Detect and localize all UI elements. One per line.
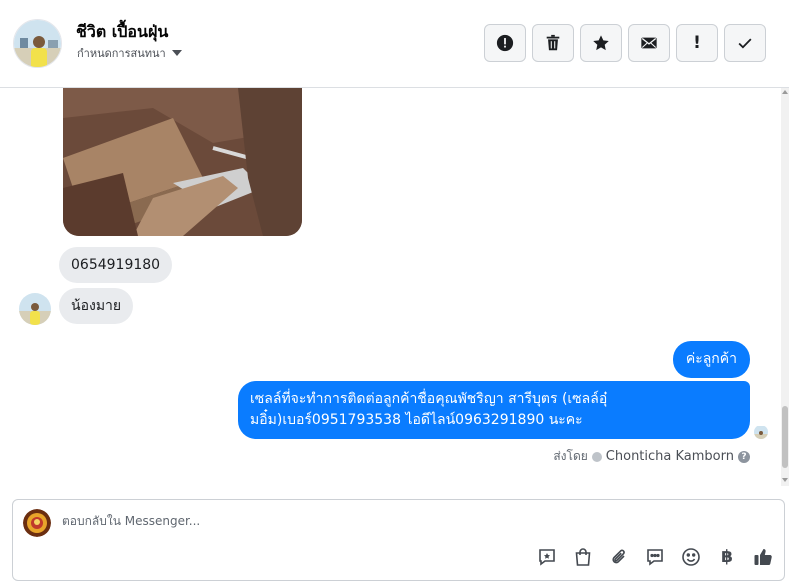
shop-button[interactable] xyxy=(572,546,594,568)
quick-reply-button[interactable] xyxy=(644,546,666,568)
contact-name: ชีวิต เปื้อนฝุ่น xyxy=(76,22,169,41)
sent-by-info: ส่งโดย Chonticha Kamborn ? xyxy=(553,447,750,466)
help-icon[interactable]: ? xyxy=(738,450,750,463)
attach-button[interactable] xyxy=(608,546,630,568)
contact-avatar[interactable] xyxy=(13,19,62,68)
sender-name: Chonticha Kamborn xyxy=(605,449,734,464)
reply-input[interactable] xyxy=(62,514,662,528)
scroll-down-arrow-icon[interactable] xyxy=(782,478,788,482)
smiley-icon xyxy=(682,548,700,566)
shared-photo[interactable] xyxy=(63,88,302,236)
caret-down-icon xyxy=(171,50,182,56)
thumbs-up-icon xyxy=(754,549,772,565)
mark-spam-button[interactable] xyxy=(484,24,526,62)
chat-bubble-icon xyxy=(647,549,663,566)
star-button[interactable] xyxy=(580,24,622,62)
star-icon xyxy=(593,35,609,51)
mark-done-button[interactable] xyxy=(724,24,766,62)
saved-reply-icon xyxy=(539,549,555,566)
saved-reply-button[interactable] xyxy=(536,546,558,568)
sent-by-label: ส่งโดย xyxy=(553,449,588,463)
paperclip-icon xyxy=(612,549,625,564)
message-thread[interactable]: 0654919180 น้องมาย ค่ะลูกค้า เซลล์ที่จะท… xyxy=(0,88,789,488)
assign-conversation-dropdown[interactable]: กำหนดการสนทนา xyxy=(77,44,182,62)
header-actions: ! xyxy=(484,24,766,62)
exclamation-icon: ! xyxy=(693,33,701,53)
conversation-header: ชีวิต เปื้อนฝุ่น กำหนดการสนทนา ! xyxy=(0,0,789,88)
follow-up-button[interactable]: ! xyxy=(676,24,718,62)
payment-button[interactable]: ฿ xyxy=(716,546,738,568)
incoming-message[interactable]: น้องมาย xyxy=(59,288,134,324)
alert-circle-icon xyxy=(496,34,514,52)
emoji-button[interactable] xyxy=(680,546,702,568)
envelope-icon xyxy=(641,37,657,49)
trash-icon xyxy=(546,34,560,51)
baht-icon: ฿ xyxy=(721,547,733,567)
assign-conversation-label: กำหนดการสนทนา xyxy=(77,47,166,60)
checkmark-icon xyxy=(738,38,752,49)
contact-avatar-small xyxy=(19,293,51,325)
reply-composer: ฿ xyxy=(12,499,785,581)
outgoing-message[interactable]: ค่ะลูกค้า xyxy=(672,341,750,378)
delete-button[interactable] xyxy=(532,24,574,62)
shopping-bag-icon xyxy=(575,548,591,566)
seen-indicator-avatar xyxy=(754,425,768,439)
incoming-message[interactable]: 0654919180 xyxy=(59,247,173,283)
mark-unread-button[interactable] xyxy=(628,24,670,62)
outgoing-message[interactable]: เซลล์ที่จะทำการติดต่อลูกค้าชื่อคุณพัชริญ… xyxy=(238,381,750,439)
verified-icon xyxy=(591,451,602,462)
composer-tools: ฿ xyxy=(536,546,774,568)
scrollbar-thumb[interactable] xyxy=(782,406,788,468)
like-button[interactable] xyxy=(752,546,774,568)
scroll-up-arrow-icon[interactable] xyxy=(782,90,788,94)
page-avatar xyxy=(23,509,51,537)
